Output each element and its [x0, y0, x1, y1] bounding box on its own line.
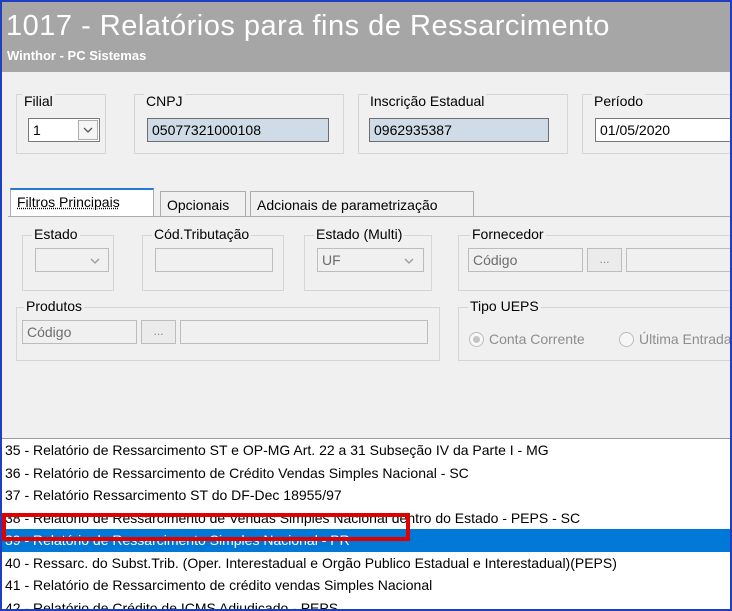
tipo-ueps-label: Tipo UEPS [468, 298, 541, 314]
chevron-down-icon [83, 127, 93, 133]
cnpj-label: CNPJ [144, 93, 185, 109]
estado-label: Estado [32, 226, 80, 242]
filial-label: Filial [22, 93, 55, 109]
inscricao-label: Inscrição Estadual [368, 93, 487, 109]
list-item[interactable]: 37 - Relatório Ressarcimento ST do DF-De… [2, 484, 730, 507]
window-title: 1017 - Relatórios para fins de Ressarcim… [6, 10, 610, 42]
produtos-code-field[interactable]: Código [22, 320, 137, 344]
inscricao-field[interactable]: 0962935387 [369, 118, 549, 142]
main-panel: Filial 1 CNPJ 05077321000108 Inscrição E… [2, 72, 730, 438]
list-item[interactable]: 36 - Relatório de Ressarcimento de Crédi… [2, 462, 730, 485]
list-item[interactable]: 41 - Relatório de Ressarcimento de crédi… [2, 574, 730, 597]
tab-adicionais[interactable]: Adcionais de parametrização [250, 191, 474, 216]
title-bar: 1017 - Relatórios para fins de Ressarcim… [2, 2, 730, 72]
fornecedor-label: Fornecedor [470, 226, 546, 242]
report-list[interactable]: 35 - Relatório de Ressarcimento ST e OP-… [2, 438, 730, 610]
filial-dropdown-button[interactable] [78, 120, 98, 140]
produtos-name-field[interactable] [180, 320, 428, 344]
tab-filtros-principais-label: Filtros Principais [17, 194, 120, 210]
produtos-label: Produtos [24, 298, 85, 314]
fornecedor-code-field[interactable]: Código [468, 248, 583, 272]
cod-tributacao-label: Cód.Tributação [152, 226, 252, 242]
ultima-entrada-radio[interactable] [619, 332, 634, 347]
list-item-selected[interactable]: 39 - Relatório de Ressarcimento Simples … [2, 529, 730, 552]
conta-corrente-radio[interactable] [469, 332, 484, 347]
ultima-entrada-label: Última Entrada [639, 331, 732, 347]
window-subtitle: Winthor - PC Sistemas [7, 48, 147, 63]
fornecedor-name-field[interactable] [626, 248, 730, 272]
periodo-label: Período [592, 93, 646, 109]
cnpj-field[interactable]: 05077321000108 [147, 118, 329, 142]
estado-multi-value: UF [322, 252, 341, 268]
cod-tributacao-field[interactable] [155, 248, 273, 272]
list-item[interactable]: 42 - Relatório de Crédito de ICMS Adjudi… [2, 597, 730, 610]
app-window: 1017 - Relatórios para fins de Ressarcim… [0, 0, 732, 611]
tab-opcionais-label: Opcionais [167, 197, 230, 213]
estado-multi-label: Estado (Multi) [314, 226, 405, 242]
tab-opcionais[interactable]: Opcionais [160, 191, 246, 216]
chevron-down-icon [404, 258, 414, 264]
tab-filtros-principais[interactable]: Filtros Principais [10, 188, 154, 216]
list-item[interactable]: 35 - Relatório de Ressarcimento ST e OP-… [2, 439, 730, 462]
produtos-search-button[interactable]: ... [141, 320, 176, 344]
list-item[interactable]: 38 - Relatório de Ressarcimento de Venda… [2, 507, 730, 530]
periodo-start-field[interactable]: 01/05/2020 [595, 118, 730, 142]
filial-value: 1 [33, 122, 41, 138]
fornecedor-search-button[interactable]: ... [587, 248, 622, 272]
tab-adicionais-label: Adcionais de parametrização [257, 197, 438, 213]
chevron-down-icon [90, 258, 100, 264]
conta-corrente-label: Conta Corrente [489, 331, 585, 347]
list-item[interactable]: 40 - Ressarc. do Subst.Trib. (Oper. Inte… [2, 552, 730, 575]
tab-divider [8, 216, 730, 217]
